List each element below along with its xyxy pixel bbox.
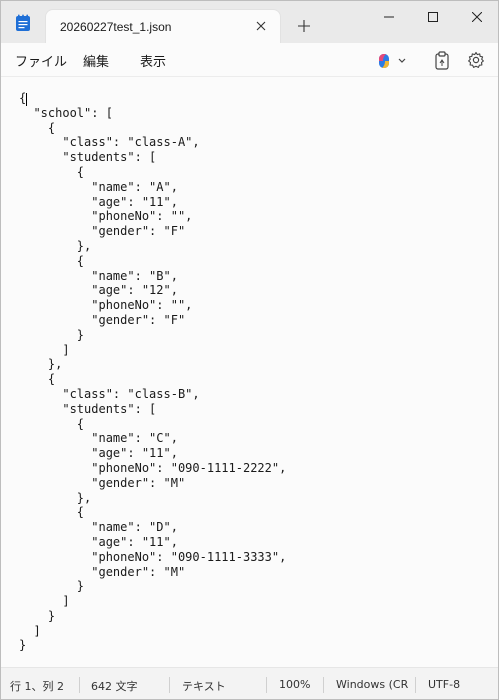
minimize-icon[interactable] <box>367 1 411 33</box>
code-line: "age": "12", <box>19 283 178 298</box>
code-line: "gender": "M" <box>19 564 186 579</box>
code-line: } <box>19 327 85 342</box>
cursor-position: 行 1、列 2 <box>10 680 64 693</box>
close-icon[interactable] <box>252 17 270 35</box>
tab-file[interactable]: 20260227test_1.json <box>45 9 281 43</box>
code-line: "school": [ <box>19 105 113 120</box>
code-line: "students": [ <box>19 401 157 416</box>
window-close-icon[interactable] <box>455 1 498 33</box>
code-line: { <box>19 164 85 179</box>
code-line: "class": "class-B", <box>19 386 200 401</box>
code-line: "gender": "F" <box>19 224 186 239</box>
status-divider <box>169 677 170 693</box>
clipboard-icon[interactable] <box>433 51 451 71</box>
code-line: { <box>19 91 27 105</box>
code-line: "age": "11", <box>19 194 178 209</box>
code-line: "name": "B", <box>19 268 178 283</box>
code-line: }, <box>19 490 92 505</box>
code-line: "gender": "M" <box>19 475 186 490</box>
zoom-level[interactable]: 100% <box>279 678 310 691</box>
code-line: "phoneNo": "", <box>19 298 193 313</box>
code-line: ] <box>19 594 70 609</box>
code-line: } <box>19 638 27 653</box>
code-line: { <box>19 505 85 520</box>
editor-content[interactable]: { "school": [ { "class": "class-A", "stu… <box>19 91 286 653</box>
code-line: }, <box>19 238 92 253</box>
character-count: 642 文字 <box>91 680 138 693</box>
maximize-icon[interactable] <box>411 1 455 33</box>
code-line: } <box>19 608 56 623</box>
status-bar: 行 1、列 2 642 文字 テキスト 100% Windows (CR UTF… <box>1 667 498 699</box>
plus-icon[interactable] <box>293 15 315 37</box>
code-line: { <box>19 120 56 135</box>
code-line: }, <box>19 357 63 372</box>
code-line: "name": "C", <box>19 431 178 446</box>
code-line: "phoneNo": "090-1111-2222", <box>19 460 287 475</box>
notepad-icon <box>15 14 31 32</box>
menu-view[interactable]: 表示 <box>140 51 166 70</box>
menu-file[interactable]: ファイル <box>15 51 67 70</box>
code-line: "age": "11", <box>19 534 178 549</box>
code-line: "name": "D", <box>19 520 178 535</box>
code-line: "students": [ <box>19 150 157 165</box>
status-divider <box>415 677 416 693</box>
menu-edit[interactable]: 編集 <box>83 51 109 70</box>
format-indicator[interactable]: テキスト <box>182 678 226 694</box>
encoding[interactable]: UTF-8 <box>428 678 460 691</box>
line-ending[interactable]: Windows (CR <box>336 678 408 691</box>
code-line: "class": "class-A", <box>19 135 200 150</box>
title-bar: 20260227test_1.json <box>1 1 498 43</box>
code-line: { <box>19 372 56 387</box>
code-line: "phoneNo": "", <box>19 209 193 224</box>
copilot-icon[interactable] <box>375 52 409 70</box>
code-line: "name": "A", <box>19 179 178 194</box>
status-divider <box>323 677 324 693</box>
tab-title: 20260227test_1.json <box>60 20 172 34</box>
code-line: ] <box>19 342 70 357</box>
code-line: "age": "11", <box>19 446 178 461</box>
code-line: "phoneNo": "090-1111-3333", <box>19 549 287 564</box>
code-line: { <box>19 253 85 268</box>
menu-bar: ファイル 編集 表示 <box>1 43 498 77</box>
code-line: { <box>19 416 85 431</box>
status-divider <box>79 677 80 693</box>
code-line: "gender": "F" <box>19 312 186 327</box>
code-line: ] <box>19 623 41 638</box>
text-editor[interactable]: { "school": [ { "class": "class-A", "stu… <box>1 77 498 667</box>
text-caret <box>26 93 27 106</box>
notepad-window: 20260227test_1.json ファイル 編集 表示 {"school… <box>0 0 499 700</box>
status-divider <box>266 677 267 693</box>
gear-icon[interactable] <box>467 51 485 69</box>
code-line: } <box>19 579 85 594</box>
